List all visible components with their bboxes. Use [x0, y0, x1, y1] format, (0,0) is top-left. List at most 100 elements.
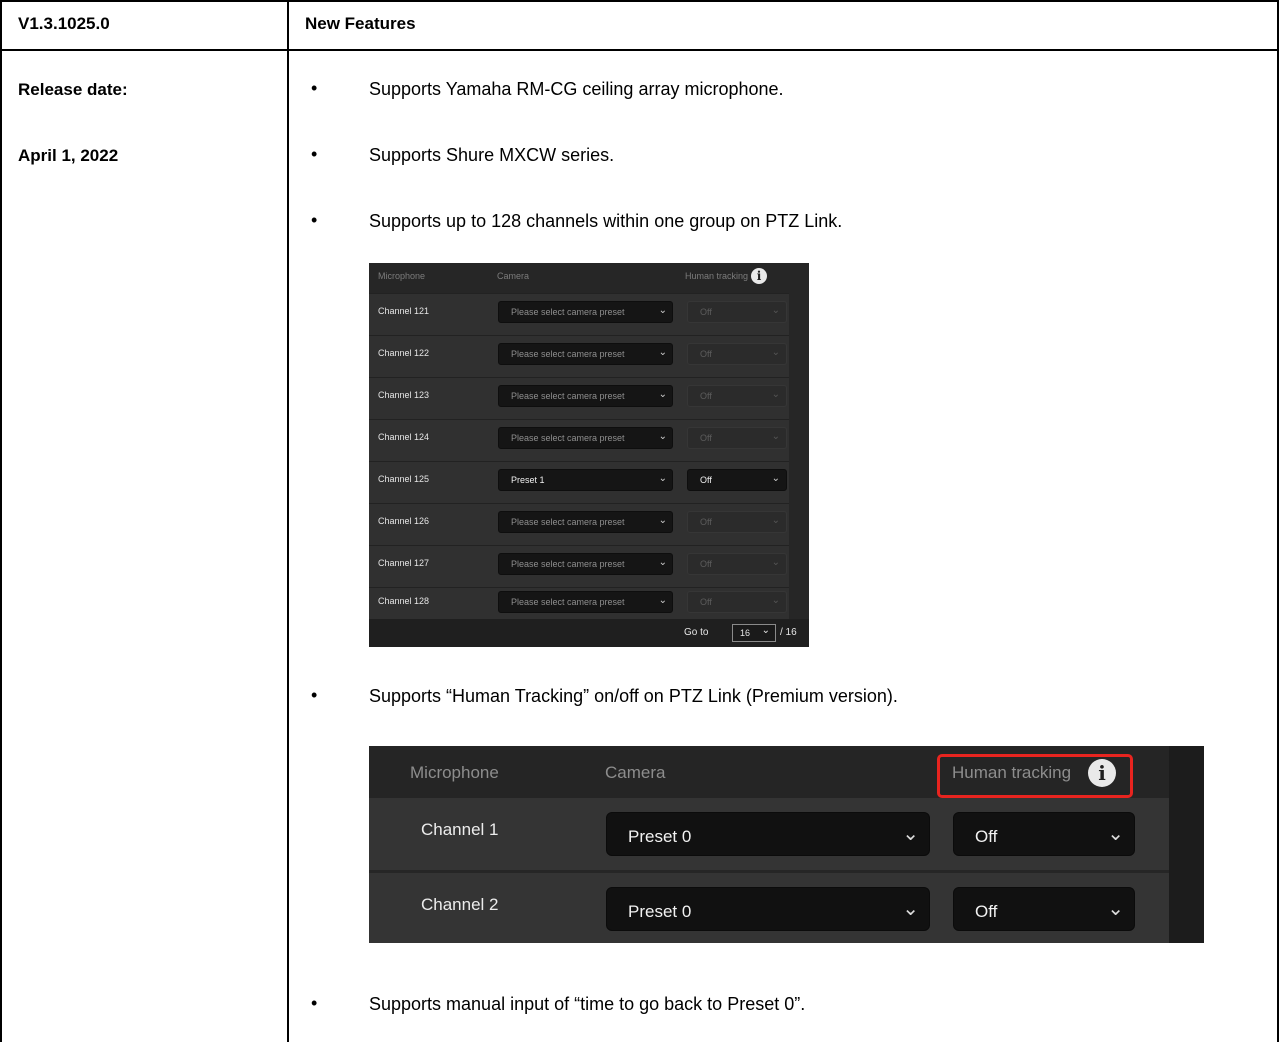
chevron-down-icon: ⌄ — [658, 515, 667, 526]
select-value: Off — [975, 827, 998, 846]
page-select[interactable]: 16 ⌄ — [732, 624, 776, 642]
tracking-select: Off ⌄ — [687, 553, 787, 575]
select-value: Please select camera preset — [511, 517, 625, 527]
camera-preset-select[interactable]: Preset 0 ⌄ — [606, 887, 930, 931]
camera-preset-select[interactable]: Please select camera preset ⌄ — [498, 343, 673, 365]
release-date-value: April 1, 2022 — [18, 146, 119, 165]
channel-label: Channel 121 — [378, 306, 430, 316]
camera-preset-select[interactable]: Please select camera preset ⌄ — [498, 301, 673, 323]
list-header: Microphone Camera Human tracking i — [369, 263, 789, 293]
select-value: Please select camera preset — [511, 391, 625, 401]
header-row-border — [0, 49, 1279, 51]
microphone-column-header: Microphone — [378, 271, 426, 281]
microphone-column-header: Microphone — [410, 763, 499, 782]
page-total: / 16 — [780, 627, 797, 638]
camera-preset-select[interactable]: Please select camera preset ⌄ — [498, 511, 673, 533]
select-value: Off — [700, 307, 712, 317]
bullet-icon: • — [311, 210, 318, 230]
bullet-icon: • — [311, 144, 318, 164]
tracking-select: Off ⌄ — [687, 301, 787, 323]
chevron-down-icon: ⌄ — [902, 823, 919, 845]
list-header: Microphone Camera Human tracking i — [369, 746, 1169, 798]
camera-preset-select[interactable]: Please select camera preset ⌄ — [498, 385, 673, 407]
table-row: Channel 124 Please select camera preset ⌄… — [369, 419, 789, 461]
select-value: Off — [700, 349, 712, 359]
select-value: Please select camera preset — [511, 597, 625, 607]
select-value: Please select camera preset — [511, 307, 625, 317]
channel-label: Channel 2 — [421, 895, 499, 914]
chevron-down-icon: ⌄ — [761, 625, 770, 636]
info-icon[interactable]: i — [751, 268, 767, 284]
tracking-select: Off ⌄ — [687, 591, 787, 613]
ptz-link-channel-list-screenshot: Microphone Camera Human tracking i Chann… — [369, 263, 809, 647]
channel-label: Channel 128 — [378, 596, 430, 606]
chevron-down-icon: ⌄ — [771, 347, 780, 358]
chevron-down-icon: ⌄ — [771, 595, 780, 606]
tracking-select: Off ⌄ — [687, 385, 787, 407]
feature-item: Supports “Human Tracking” on/off on PTZ … — [369, 686, 898, 706]
table-row: Channel 1 Preset 0 ⌄ Off ⌄ — [369, 798, 1169, 870]
camera-column-header: Camera — [497, 271, 530, 281]
chevron-down-icon: ⌄ — [658, 431, 667, 442]
select-value: Off — [975, 902, 998, 921]
version-label: V1.3.1025.0 — [18, 14, 110, 33]
channel-label: Channel 127 — [378, 558, 430, 568]
table-row: Channel 126 Please select camera preset ⌄… — [369, 503, 789, 545]
channel-label: Channel 124 — [378, 432, 430, 442]
column-divider — [287, 0, 289, 1042]
camera-preset-select[interactable]: Preset 0 ⌄ — [606, 812, 930, 856]
chevron-down-icon: ⌄ — [658, 305, 667, 316]
tracking-select: Off ⌄ — [687, 511, 787, 533]
chevron-down-icon: ⌄ — [658, 595, 667, 606]
select-value: Please select camera preset — [511, 349, 625, 359]
table-row: Channel 128 Please select camera preset ⌄… — [369, 587, 789, 619]
channel-label: Channel 126 — [378, 516, 430, 526]
tracking-select: Off ⌄ — [687, 343, 787, 365]
feature-item: Supports manual input of “time to go bac… — [369, 994, 806, 1014]
goto-label: Go to — [684, 627, 709, 638]
tracking-select: Off ⌄ — [687, 427, 787, 449]
select-value: Please select camera preset — [511, 433, 625, 443]
select-value: Preset 0 — [628, 902, 692, 921]
select-value: Preset 0 — [628, 827, 692, 846]
feature-item: Supports up to 128 channels within one g… — [369, 211, 843, 231]
table-row: Channel 121 Please select camera preset ⌄… — [369, 293, 789, 335]
chevron-down-icon: ⌄ — [658, 347, 667, 358]
table-row: Channel 123 Please select camera preset ⌄… — [369, 377, 789, 419]
scrollbar-track[interactable] — [789, 263, 809, 619]
chevron-down-icon: ⌄ — [902, 898, 919, 920]
tracking-select[interactable]: Off ⌄ — [953, 887, 1135, 931]
feature-item: Supports Shure MXCW series. — [369, 145, 615, 165]
chevron-down-icon: ⌄ — [658, 473, 667, 484]
table-top-border — [0, 0, 1279, 2]
chevron-down-icon: ⌄ — [658, 389, 667, 400]
bullet-icon: • — [311, 78, 318, 98]
chevron-down-icon: ⌄ — [771, 431, 780, 442]
channel-label: Channel 122 — [378, 348, 430, 358]
feature-item: Supports Yamaha RM-CG ceiling array micr… — [369, 79, 784, 99]
camera-preset-select[interactable]: Please select camera preset ⌄ — [498, 591, 673, 613]
select-value: Off — [700, 391, 712, 401]
table-row: Channel 122 Please select camera preset ⌄… — [369, 335, 789, 377]
chevron-down-icon: ⌄ — [658, 557, 667, 568]
chevron-down-icon: ⌄ — [771, 305, 780, 316]
select-value: Off — [700, 597, 712, 607]
channel-label: Channel 123 — [378, 390, 430, 400]
camera-preset-select[interactable]: Preset 1 ⌄ — [498, 469, 673, 491]
tracking-select[interactable]: Off ⌄ — [953, 812, 1135, 856]
camera-preset-select[interactable]: Please select camera preset ⌄ — [498, 553, 673, 575]
camera-preset-select[interactable]: Please select camera preset ⌄ — [498, 427, 673, 449]
chevron-down-icon: ⌄ — [771, 473, 780, 484]
select-value: Off — [700, 433, 712, 443]
chevron-down-icon: ⌄ — [771, 515, 780, 526]
tracking-select[interactable]: Off ⌄ — [687, 469, 787, 491]
chevron-down-icon: ⌄ — [771, 557, 780, 568]
release-date-label: Release date: — [18, 80, 128, 99]
select-value: Preset 1 — [511, 475, 545, 485]
chevron-down-icon: ⌄ — [1107, 898, 1124, 920]
pagination-bar: Go to 16 ⌄ / 16 — [369, 619, 809, 647]
table-left-border — [0, 0, 2, 1042]
bullet-icon: • — [311, 685, 318, 705]
scrollbar-track[interactable] — [1169, 746, 1204, 943]
human-tracking-screenshot: Microphone Camera Human tracking i Chann… — [369, 746, 1204, 943]
